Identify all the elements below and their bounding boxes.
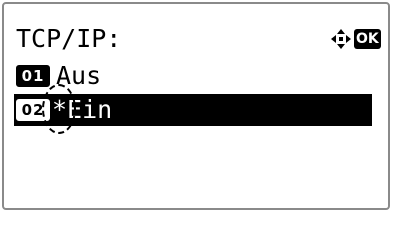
menu-item-label: *Ein — [52, 95, 113, 124]
screen-title: TCP/IP: — [16, 24, 122, 53]
menu-item-aus[interactable]: 01 Aus — [14, 60, 294, 92]
navigation-hint: OK — [330, 28, 381, 50]
lcd-panel: TCP/IP: OK 01 Aus 02 *Ein — [2, 2, 390, 210]
ok-key-icon: OK — [354, 29, 381, 49]
menu-item-label: Aus — [56, 61, 102, 90]
menu-item-ein[interactable]: 02 *Ein — [14, 94, 372, 126]
item-number-badge: 02 — [16, 99, 50, 121]
four-way-arrow-icon — [330, 28, 352, 50]
item-number-badge: 01 — [16, 65, 50, 87]
